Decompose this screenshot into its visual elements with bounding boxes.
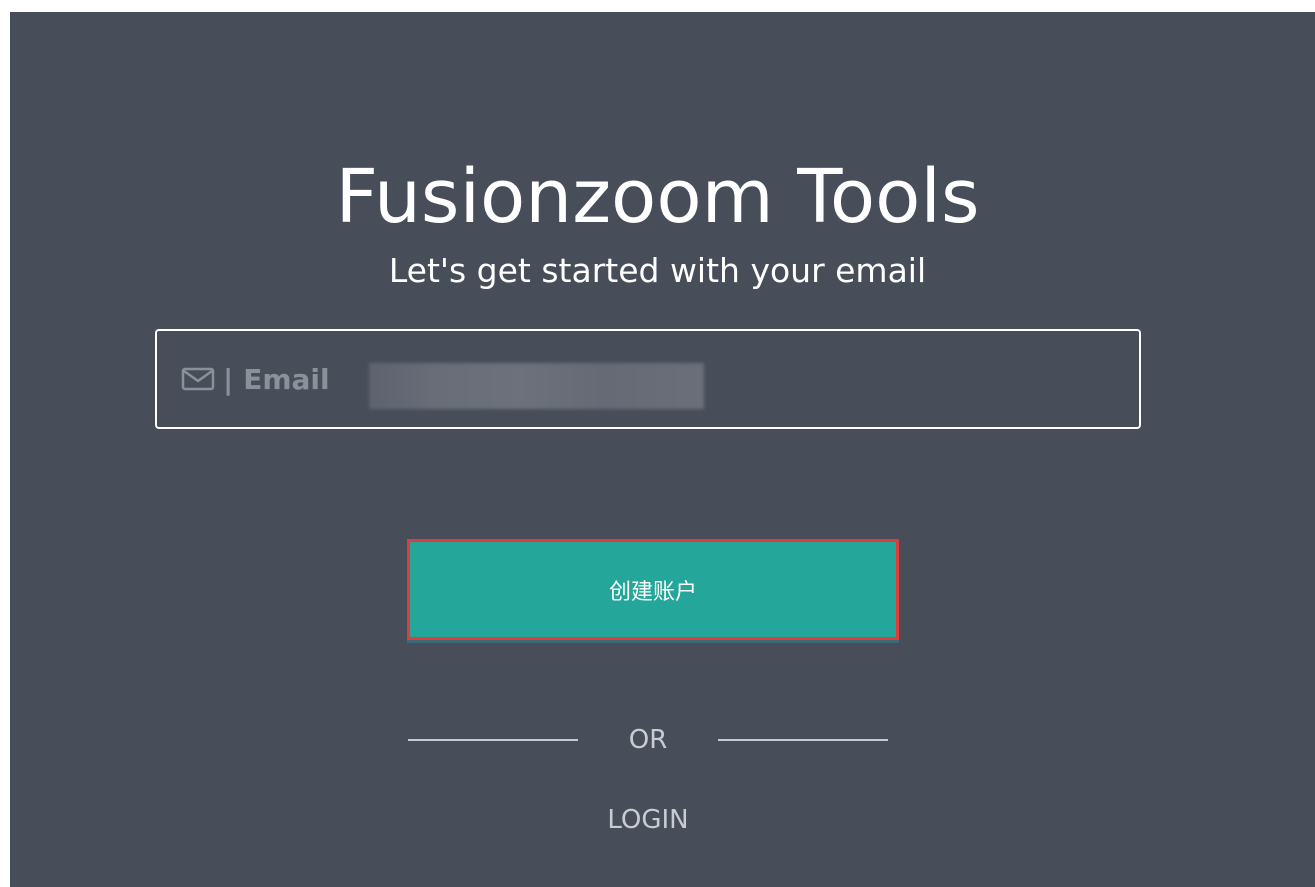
- mail-icon: [181, 367, 215, 391]
- or-label: OR: [628, 725, 668, 755]
- email-field-prefix: | Email: [181, 361, 330, 397]
- or-divider: OR: [10, 722, 1305, 758]
- email-input[interactable]: [357, 357, 1121, 405]
- login-link[interactable]: LOGIN: [10, 802, 1286, 838]
- signup-panel: Fusionzoom Tools Let's get started with …: [10, 12, 1315, 887]
- create-account-button[interactable]: 创建账户: [407, 539, 899, 640]
- email-field[interactable]: | Email: [155, 329, 1141, 429]
- app-title: Fusionzoom Tools: [335, 154, 980, 240]
- app-subtitle: Let's get started with your email: [388, 251, 927, 290]
- or-divider-line-right: [718, 739, 888, 741]
- email-label: Email: [243, 362, 330, 396]
- email-separator: |: [223, 362, 234, 396]
